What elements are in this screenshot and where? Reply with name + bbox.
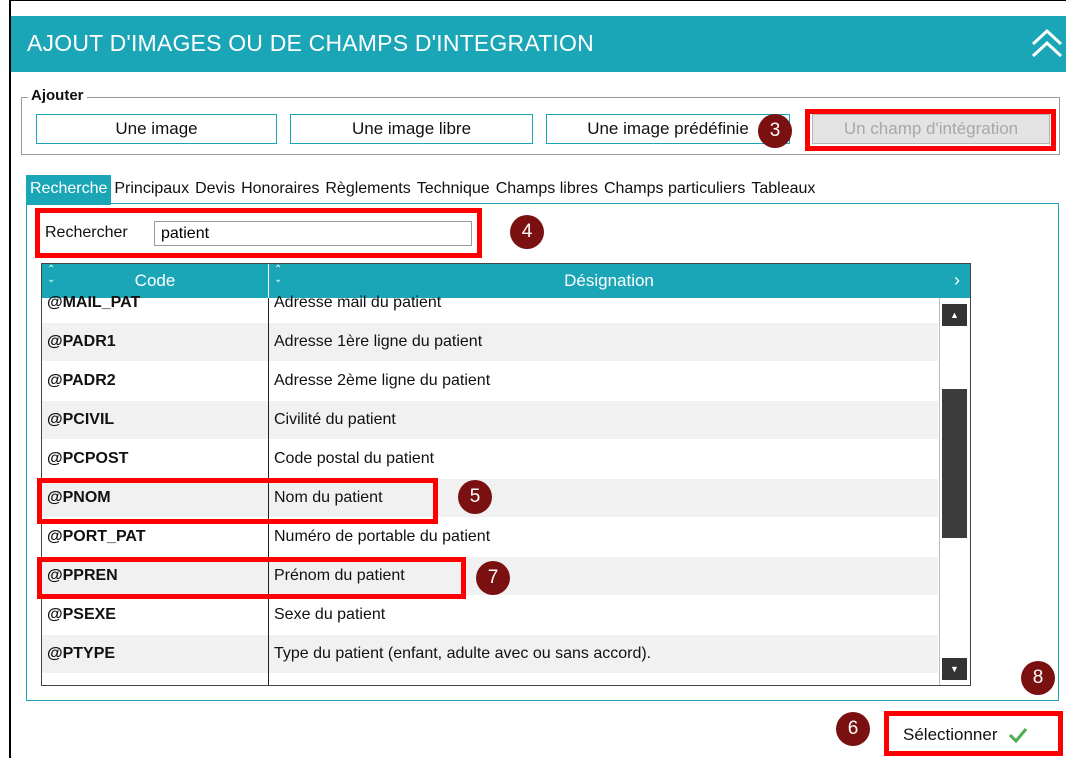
step-badge: 3 [758,114,792,148]
cell-designation: Adresse 2ème ligne du patient [274,372,491,389]
tab-reglements[interactable]: Règlements [322,175,413,205]
add-predefined-image-button[interactable]: Une image prédéfinie [546,114,790,144]
table-row[interactable]: @PTYPE Type du patient (enfant, adulte av… [42,635,938,674]
scroll-up-icon[interactable]: ▲ [942,304,967,326]
tab-technique[interactable]: Technique [414,175,493,205]
cell-code: @PADR2 [47,372,116,389]
column-header-designation[interactable]: Désignation [269,264,949,298]
cell-designation: Type du patient (enfant, adulte avec ou … [274,645,652,662]
cell-designation: Code postal du patient [274,450,435,467]
tab-tableaux[interactable]: Tableaux [748,175,818,205]
step-badge: 8 [1021,661,1055,695]
cell-designation: Adresse mail du patient [274,294,442,311]
tab-honoraires[interactable]: Honoraires [238,175,322,205]
cell-designation: Adresse 1ère ligne du patient [274,333,483,350]
cell-code: @PADR1 [47,333,116,350]
tab-devis[interactable]: Devis [192,175,238,205]
table-row[interactable]: @PCPOST Code postal du patient [42,440,938,479]
add-group-label: Ajouter [28,87,87,104]
cell-code: @PTYPE [47,645,116,662]
annotation-box [37,557,466,599]
table-row[interactable]: @PSEXE Sexe du patient [42,596,938,635]
annotation-box [884,711,1063,756]
window-title: AJOUT D'IMAGES OU DE CHAMPS D'INTEGRATIO… [27,30,594,56]
tab-bar: Recherche Principaux Devis Honoraires Rè… [26,175,818,205]
table-row[interactable]: @PADR1 Adresse 1ère ligne du patient [42,323,938,362]
sort-arrows-icon[interactable]: ⌃ ⌄ [47,265,55,285]
cell-code: @MAIL_PAT [47,294,141,311]
column-header-code[interactable]: Code [42,264,269,298]
step-badge: 7 [476,561,510,595]
vertical-scrollbar[interactable]: ▲ ▼ [939,298,970,685]
tab-champs-libres[interactable]: Champs libres [493,175,601,205]
cell-code: @PSEXE [47,606,116,623]
scroll-down-icon[interactable]: ▼ [942,658,967,680]
annotation-box [805,109,1056,151]
tab-principaux[interactable]: Principaux [111,175,192,205]
tab-champs-particuliers[interactable]: Champs particuliers [601,175,748,205]
scrollbar-thumb[interactable] [942,389,967,538]
cell-code: @PCIVIL [47,411,115,428]
annotation-box [37,478,438,524]
add-free-image-button[interactable]: Une image libre [290,114,533,144]
step-badge: 5 [458,480,492,514]
sort-arrows-icon[interactable]: ⌃ ⌄ [274,265,282,285]
table-row[interactable]: @PADR2 Adresse 2ème ligne du patient [42,362,938,401]
chevron-right-icon[interactable]: › [954,270,960,291]
table-row[interactable]: @PCIVIL Civilité du patient [42,401,938,440]
annotation-box [35,208,482,258]
tab-recherche[interactable]: Recherche [26,175,112,205]
step-badge: 4 [510,215,544,249]
cell-designation: Sexe du patient [274,606,386,623]
double-chevron-up-icon[interactable] [1028,24,1066,64]
cell-designation: Civilité du patient [274,411,396,428]
step-badge: 6 [836,712,870,746]
table-row[interactable]: @MAIL_PAT Adresse mail du patient [42,294,938,323]
add-image-button[interactable]: Une image [36,114,277,144]
fields-table: Code ⌃ ⌄ Désignation ⌃ ⌄ › @MAIL_PAT Adress… [41,263,971,686]
cell-code: @PCPOST [47,450,129,467]
table-header: Code ⌃ ⌄ Désignation ⌃ ⌄ › [42,264,970,298]
